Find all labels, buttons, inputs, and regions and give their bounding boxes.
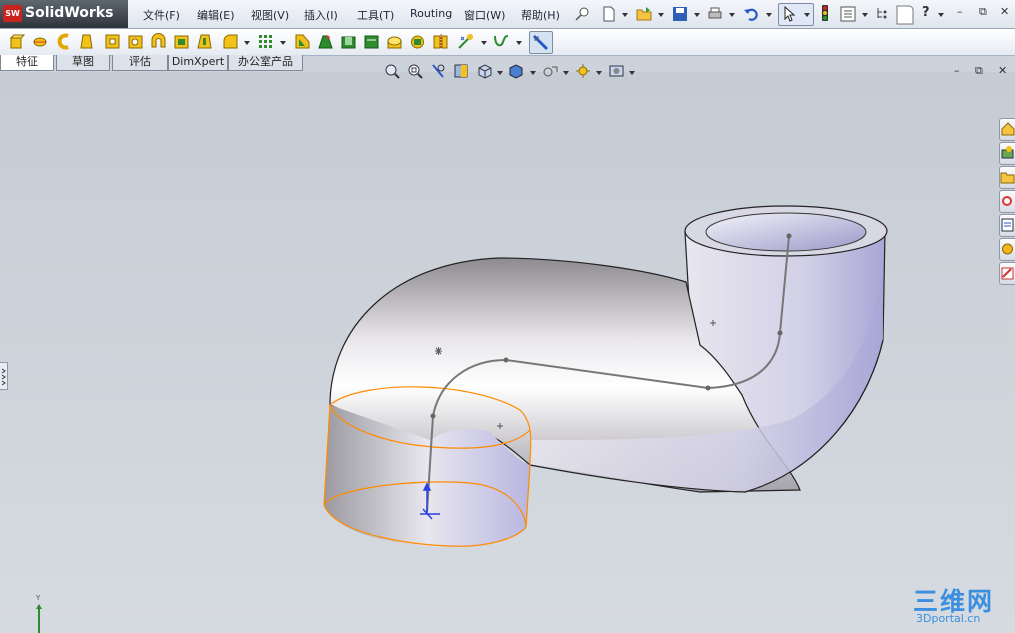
center-mark-asterisk xyxy=(435,347,442,355)
triad-y-label: Y xyxy=(36,594,41,602)
vertex[interactable] xyxy=(705,385,711,391)
watermark-url: 3Dportal.cn xyxy=(916,612,981,625)
vertex[interactable] xyxy=(777,330,783,336)
vertex[interactable] xyxy=(503,357,509,363)
vertex[interactable] xyxy=(430,413,436,419)
pipe-model[interactable] xyxy=(0,0,1015,633)
vertex[interactable] xyxy=(786,233,792,239)
riser-inner-bore[interactable] xyxy=(705,212,867,252)
